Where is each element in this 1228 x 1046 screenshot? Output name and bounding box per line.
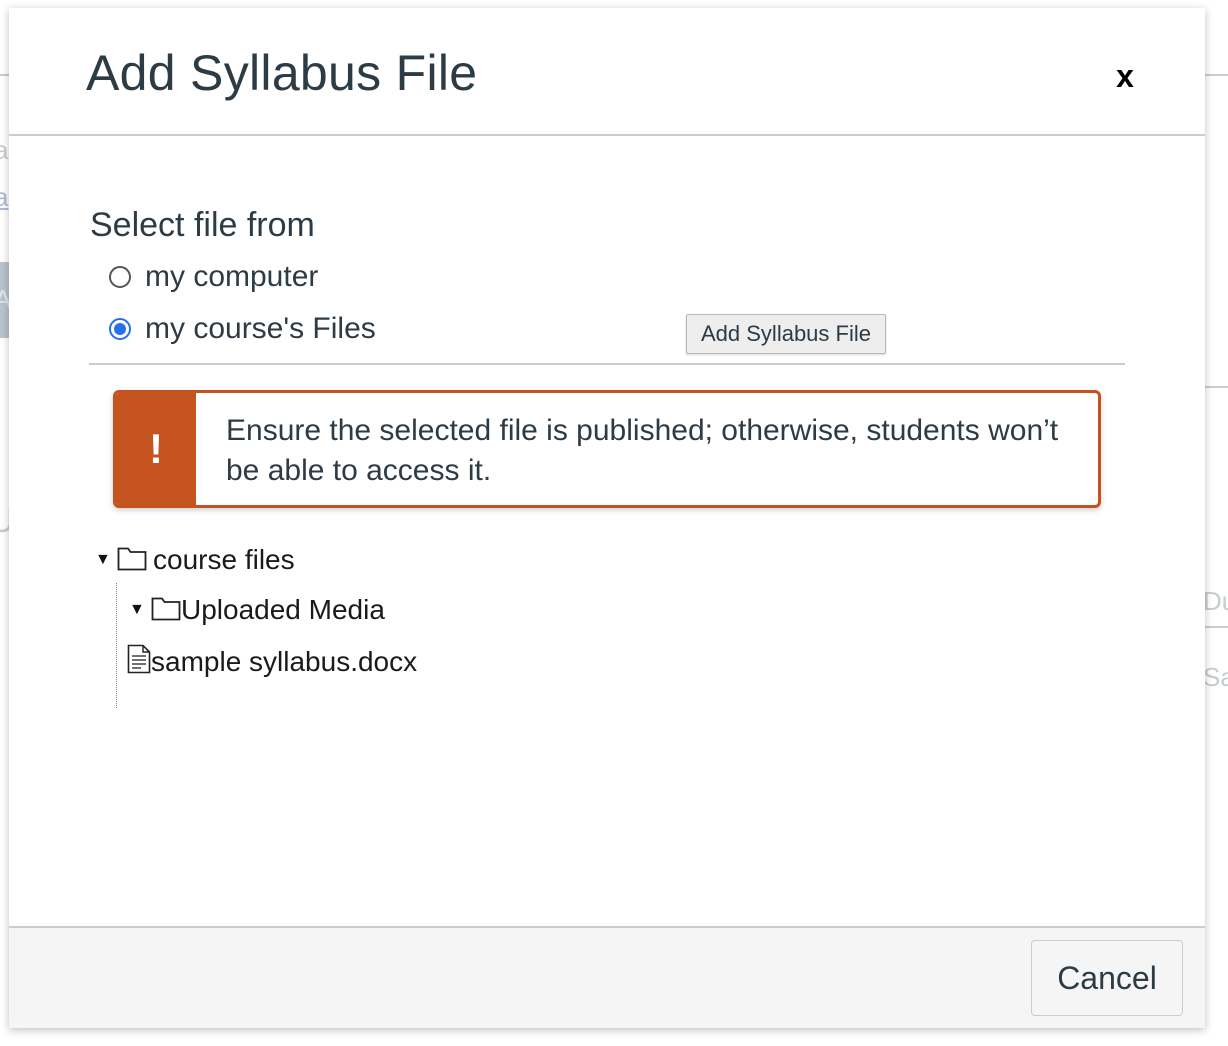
radio-label: my computer [145, 260, 319, 293]
add-syllabus-file-dialog: Add Syllabus File x Select file from my … [9, 8, 1205, 1028]
background-column-header: Du [1203, 586, 1228, 616]
background-cell: Sa [1203, 662, 1228, 692]
radio-unchecked-icon[interactable] [109, 266, 131, 288]
tooltip: Add Syllabus File [686, 314, 886, 354]
background-text: a [0, 135, 9, 165]
background-divider [1205, 626, 1228, 628]
background-link: a [0, 182, 9, 212]
radio-option-course-files[interactable]: my course's Files [109, 312, 376, 346]
dialog-footer: Cancel [9, 926, 1205, 1028]
background-divider [1205, 74, 1228, 76]
folder-icon [117, 545, 147, 576]
dialog-body: Select file from my computer my course's… [9, 136, 1205, 926]
alert-icon-box: ! [116, 393, 196, 505]
tree-guide-line [116, 583, 117, 708]
radio-checked-icon[interactable] [109, 318, 131, 340]
tree-file-sample-syllabus[interactable]: sample syllabus.docx [127, 644, 417, 679]
caret-down-icon[interactable]: ▼ [95, 551, 117, 569]
tree-folder-course-files[interactable]: ▼ course files [95, 544, 295, 576]
file-source-label: Select file from [90, 206, 315, 244]
alert-message: Ensure the selected file is published; o… [226, 414, 1059, 487]
tree-item-label: Uploaded Media [181, 594, 385, 625]
caret-down-icon[interactable]: ▼ [129, 601, 151, 619]
warning-alert: ! Ensure the selected file is published;… [113, 390, 1101, 508]
radio-label: my course's Files [145, 312, 376, 345]
dialog-header: Add Syllabus File x [9, 8, 1205, 136]
close-button[interactable]: x [1105, 56, 1145, 96]
folder-icon [151, 595, 181, 626]
cancel-button[interactable]: Cancel [1031, 940, 1183, 1016]
warning-icon: ! [149, 425, 163, 472]
tree-item-label: sample syllabus.docx [151, 645, 418, 677]
document-icon [127, 644, 151, 679]
section-divider [89, 363, 1125, 365]
tree-item-label: course files [153, 544, 295, 575]
tree-folder-uploaded-media[interactable]: ▼ Uploaded Media [129, 594, 385, 626]
background-divider [1205, 386, 1228, 388]
dialog-title: Add Syllabus File [86, 45, 478, 101]
radio-option-my-computer[interactable]: my computer [109, 260, 318, 294]
